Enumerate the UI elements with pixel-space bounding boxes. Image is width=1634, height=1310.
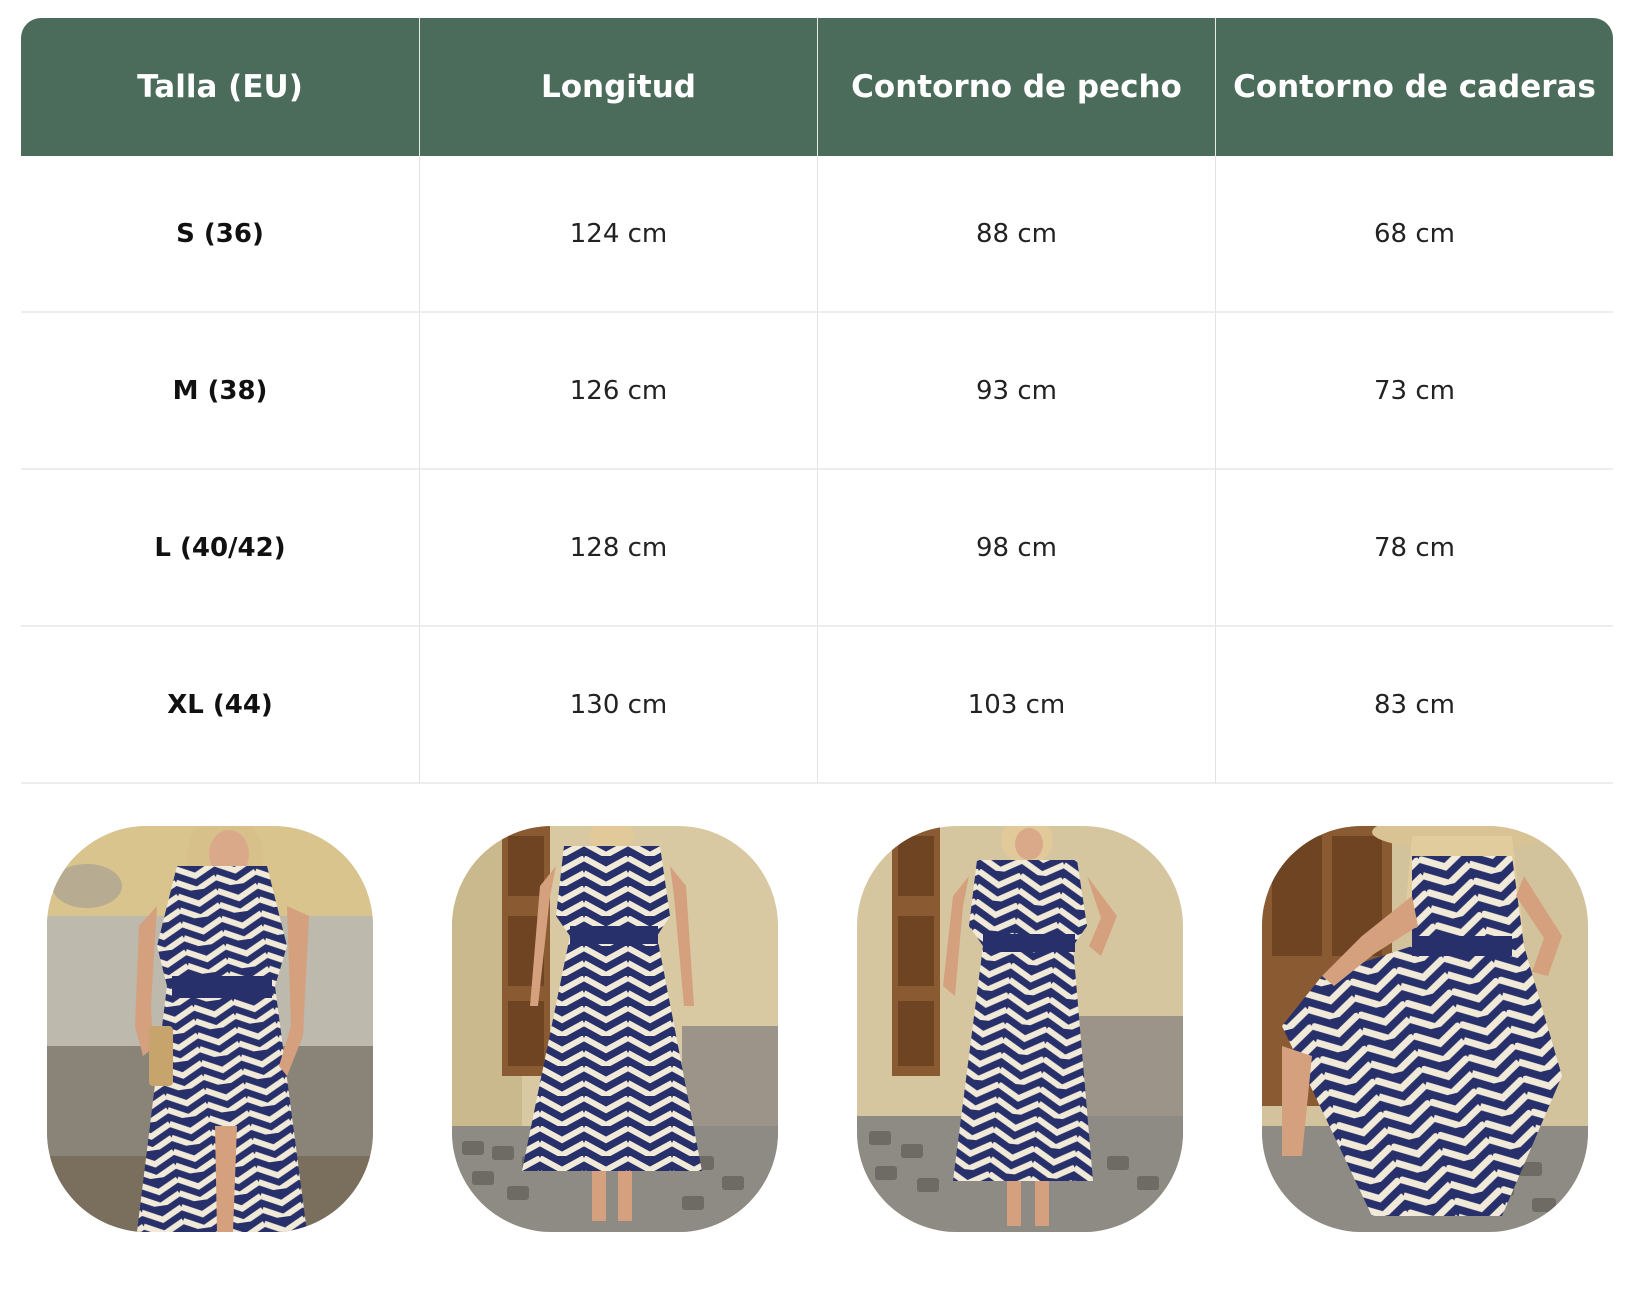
length-cell: 130 cm — [419, 627, 817, 784]
product-gallery — [0, 826, 1634, 1232]
size-chart-table: Talla (EU) Longitud Contorno de pecho Co… — [21, 18, 1613, 784]
length-cell: 128 cm — [419, 470, 817, 627]
table-row: L (40/42) 128 cm 98 cm 78 cm — [21, 470, 1613, 627]
table-row: XL (44) 130 cm 103 cm 83 cm — [21, 627, 1613, 784]
model-back-view-photo — [452, 826, 778, 1232]
chest-cell: 98 cm — [817, 470, 1215, 627]
model-front-leaning-wall-with-clutch-photo — [47, 826, 373, 1232]
length-cell: 126 cm — [419, 313, 817, 470]
model-front-view-photo — [857, 826, 1183, 1232]
chest-cell: 93 cm — [817, 313, 1215, 470]
header-length: Longitud — [419, 18, 817, 156]
chest-cell: 103 cm — [817, 627, 1215, 784]
chest-cell: 88 cm — [817, 156, 1215, 313]
length-cell: 124 cm — [419, 156, 817, 313]
hips-cell: 78 cm — [1215, 470, 1613, 627]
header-hips: Contorno de caderas — [1215, 18, 1613, 156]
hips-cell: 73 cm — [1215, 313, 1613, 470]
size-cell: L (40/42) — [21, 470, 419, 627]
size-cell: S (36) — [21, 156, 419, 313]
size-cell: M (38) — [21, 313, 419, 470]
size-cell: XL (44) — [21, 627, 419, 784]
hips-cell: 68 cm — [1215, 156, 1613, 313]
header-chest: Contorno de pecho — [817, 18, 1215, 156]
model-seated-with-hat-photo — [1262, 826, 1588, 1232]
header-size: Talla (EU) — [21, 18, 419, 156]
table-row: M (38) 126 cm 93 cm 73 cm — [21, 313, 1613, 470]
table-header-row: Talla (EU) Longitud Contorno de pecho Co… — [21, 18, 1613, 156]
table-row: S (36) 124 cm 88 cm 68 cm — [21, 156, 1613, 313]
hips-cell: 83 cm — [1215, 627, 1613, 784]
